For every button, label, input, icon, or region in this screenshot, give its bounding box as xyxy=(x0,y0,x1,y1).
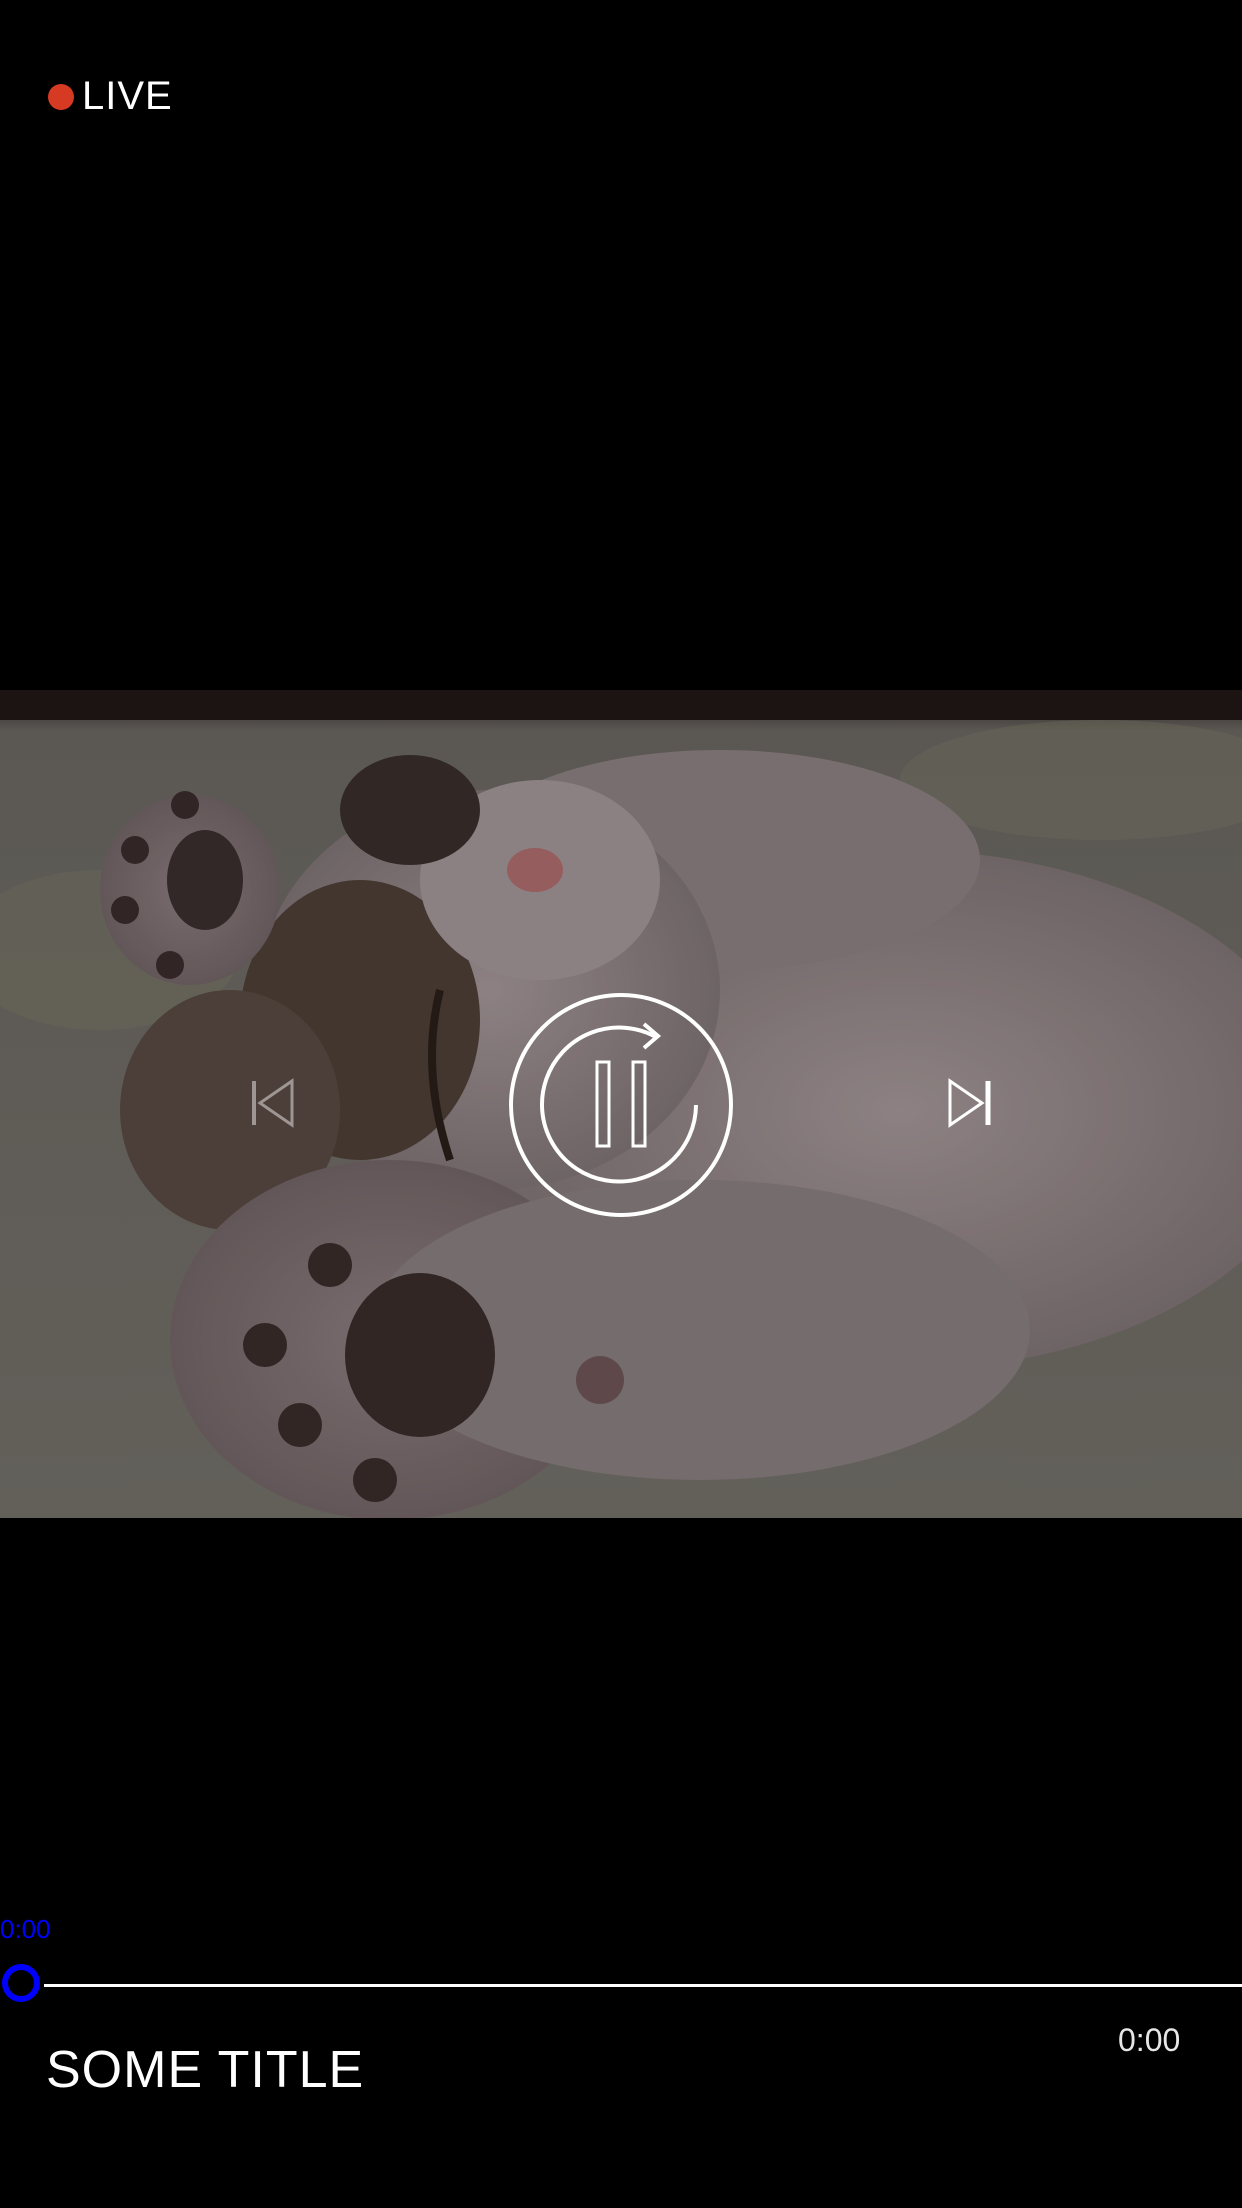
previous-button[interactable] xyxy=(246,1075,302,1131)
skip-previous-icon xyxy=(252,1078,294,1128)
current-time-label: 0:00 xyxy=(0,1914,51,1944)
playback-controls xyxy=(0,690,1242,1518)
video-frame[interactable] xyxy=(0,690,1242,1518)
seek-bar-track[interactable] xyxy=(44,1984,1242,1987)
live-indicator: LIVE xyxy=(48,74,173,119)
play-pause-button[interactable] xyxy=(506,990,736,1220)
skip-next-icon xyxy=(948,1078,991,1128)
next-button[interactable] xyxy=(940,1075,996,1131)
duration-label: 0:00 xyxy=(1118,2022,1181,2058)
pause-replay-icon xyxy=(509,993,733,1217)
live-dot xyxy=(48,83,74,110)
video-title: SOME TITLE xyxy=(46,2041,365,2099)
live-label: LIVE xyxy=(82,74,173,118)
seek-bar-thumb[interactable] xyxy=(2,1964,40,2002)
